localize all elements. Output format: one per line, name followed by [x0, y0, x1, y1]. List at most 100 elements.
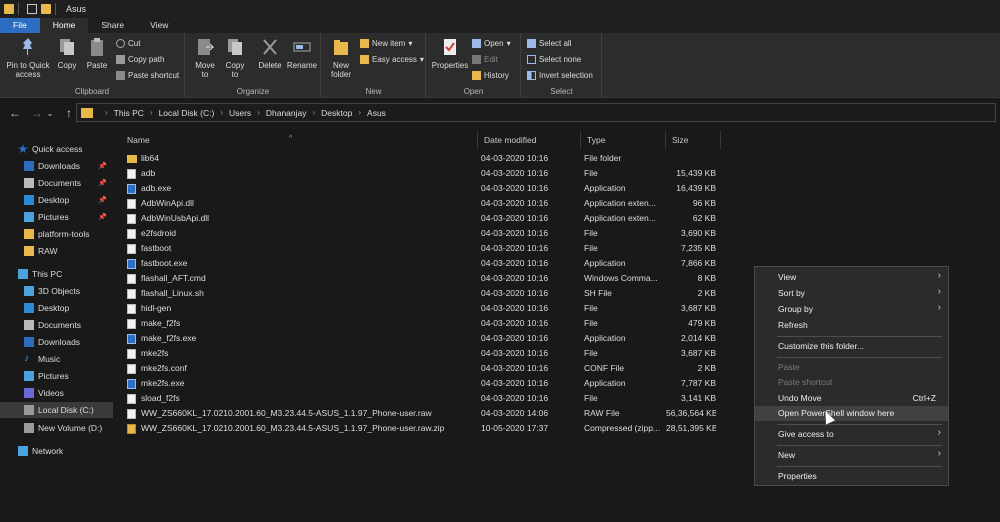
menu-item-customize-folder[interactable]: Customize this folder... [755, 339, 948, 354]
chevron-right-icon[interactable]: › [257, 108, 260, 117]
recent-chevron-icon[interactable]: ⌄ [46, 109, 54, 118]
chevron-right-icon[interactable]: › [220, 108, 223, 117]
table-row[interactable]: mke2fs 04-03-2020 10:16 File 3,687 KB [121, 346, 721, 361]
tab-file[interactable]: File [0, 18, 40, 33]
table-row[interactable]: lib64 04-03-2020 10:16 File folder [121, 151, 721, 166]
menu-item-group-by[interactable]: Group by › [755, 302, 948, 317]
up-arrow-icon[interactable]: ↑ [62, 106, 76, 120]
breadcrumb-asus[interactable]: Asus [367, 108, 386, 118]
select-none-button[interactable]: Select none [527, 55, 581, 64]
back-arrow-icon[interactable]: ← [8, 106, 22, 120]
table-row[interactable]: sload_f2fs 04-03-2020 10:16 File 3,141 KB [121, 391, 721, 406]
move-to-button[interactable]: Move to [192, 37, 218, 79]
file-icon [127, 409, 136, 419]
nav-quick-downloads[interactable]: Downloads 📌 [0, 158, 113, 174]
menu-item-paste-shortcut[interactable]: Paste shortcut [755, 375, 948, 390]
paste-shortcut-button[interactable]: Paste shortcut [116, 71, 179, 80]
table-row[interactable]: AdbWinUsbApi.dll 04-03-2020 10:16 Applicat… [121, 211, 721, 226]
table-row[interactable]: flashall_Linux.sh 04-03-2020 10:16 SH File… [121, 286, 721, 301]
nav-this-pc[interactable]: This PC [0, 266, 113, 282]
table-row[interactable]: adb 04-03-2020 10:16 File 15,439 KB [121, 166, 721, 181]
menu-item-paste[interactable]: Paste [755, 360, 948, 375]
breadcrumb-desktop[interactable]: Desktop [321, 108, 352, 118]
tab-view[interactable]: View [137, 18, 181, 33]
new-item-button[interactable]: New item ▾ [360, 39, 412, 48]
table-row[interactable]: flashall_AFT.cmd 04-03-2020 10:16 Windows … [121, 271, 721, 286]
chevron-right-icon[interactable]: › [105, 108, 108, 117]
invert-selection-icon [527, 71, 536, 80]
cut-button[interactable]: Cut [116, 39, 140, 48]
open-button[interactable]: Open ▾ [472, 39, 511, 48]
menu-item-new[interactable]: New › [755, 448, 948, 463]
breadcrumb-dhananjay[interactable]: Dhananjay [266, 108, 307, 118]
table-row[interactable]: mke2fs.conf 04-03-2020 10:16 CONF File 2 KB [121, 361, 721, 376]
nav-new-volume-d[interactable]: New Volume (D:) [0, 420, 113, 436]
properties-quick-icon[interactable] [27, 4, 37, 14]
breadcrumb[interactable]: › This PC › Local Disk (C:) › Users › Dh… [76, 103, 996, 122]
table-row[interactable]: fastboot 04-03-2020 10:16 File 7,235 KB [121, 241, 721, 256]
nav-quick-desktop[interactable]: Desktop 📌 [0, 192, 113, 208]
nav-quick-raw[interactable]: RAW [0, 243, 113, 259]
copy-path-button[interactable]: Copy path [116, 55, 164, 64]
table-row[interactable]: make_f2fs.exe 04-03-2020 10:16 Application… [121, 331, 721, 346]
menu-item-refresh[interactable]: Refresh [755, 318, 948, 333]
table-row[interactable]: hidl-gen 04-03-2020 10:16 File 3,687 KB [121, 301, 721, 316]
rename-button[interactable]: Rename [286, 37, 318, 70]
menu-item-sort-by[interactable]: Sort by › [755, 286, 948, 301]
select-all-button[interactable]: Select all [527, 39, 571, 48]
paste-button[interactable]: Paste [84, 37, 110, 70]
copy-to-button[interactable]: Copy to [222, 37, 248, 79]
delete-button[interactable]: Delete [256, 37, 284, 70]
chevron-right-icon[interactable]: › [358, 108, 361, 117]
table-row[interactable]: fastboot.exe 04-03-2020 10:16 Application 7… [121, 256, 721, 271]
nav-local-disk-c[interactable]: Local Disk (C:) [0, 402, 113, 418]
column-header-size[interactable]: Size [666, 131, 721, 149]
edit-button[interactable]: Edit [472, 55, 498, 64]
column-header-name[interactable]: ^ Name [121, 131, 478, 149]
table-row[interactable]: make_f2fs 04-03-2020 10:16 File 479 KB [121, 316, 721, 331]
menu-item-properties[interactable]: Properties [755, 469, 948, 484]
properties-button[interactable]: Properties [430, 37, 470, 70]
breadcrumb-this-pc[interactable]: This PC [114, 108, 144, 118]
nav-quick-access[interactable]: Quick access [0, 141, 113, 157]
new-folder-quick-icon[interactable] [41, 4, 51, 14]
chevron-right-icon[interactable]: › [313, 108, 316, 117]
nav-videos[interactable]: Videos [0, 385, 113, 401]
table-row[interactable]: e2fsdroid 04-03-2020 10:16 File 3,690 KB [121, 226, 721, 241]
tab-home[interactable]: Home [39, 18, 89, 33]
breadcrumb-users[interactable]: Users [229, 108, 251, 118]
new-folder-button[interactable]: New folder [326, 37, 356, 79]
breadcrumb-local-disk[interactable]: Local Disk (C:) [159, 108, 215, 118]
nav-quick-pictures[interactable]: Pictures 📌 [0, 209, 113, 225]
chevron-right-icon[interactable]: › [150, 108, 153, 117]
table-row[interactable]: WW_ZS660KL_17.0210.2001.60_M3.23.44.5-AS… [121, 406, 721, 421]
table-row[interactable]: mke2fs.exe 04-03-2020 10:16 Application 7,7… [121, 376, 721, 391]
file-date: 04-03-2020 10:16 [481, 393, 549, 403]
divider [18, 3, 19, 15]
nav-desktop[interactable]: Desktop [0, 300, 113, 316]
invert-selection-button[interactable]: Invert selection [527, 71, 593, 80]
nav-network[interactable]: Network [0, 443, 113, 459]
nav-quick-documents[interactable]: Documents 📌 [0, 175, 113, 191]
column-header-type[interactable]: Type [581, 131, 666, 149]
forward-arrow-icon[interactable]: → [30, 106, 44, 120]
nav-pictures[interactable]: Pictures [0, 368, 113, 384]
menu-item-open-powershell[interactable]: Open PowerShell window here [755, 406, 948, 421]
nav-quick-platform-tools[interactable]: platform-tools [0, 226, 113, 242]
easy-access-button[interactable]: Easy access ▾ [360, 55, 424, 64]
column-header-date[interactable]: Date modified [478, 131, 581, 149]
copy-button[interactable]: Copy [55, 37, 79, 70]
history-button[interactable]: History [472, 71, 509, 80]
menu-item-give-access[interactable]: Give access to › [755, 427, 948, 442]
table-row[interactable]: adb.exe 04-03-2020 10:16 Application 16,439… [121, 181, 721, 196]
nav-documents[interactable]: Documents [0, 317, 113, 333]
menu-item-view[interactable]: View › [755, 270, 948, 285]
nav-music[interactable]: ♪ Music [0, 351, 113, 367]
table-row[interactable]: WW_ZS660KL_17.0210.2001.60_M3.23.44.5-AS… [121, 421, 721, 436]
table-row[interactable]: AdbWinApi.dll 04-03-2020 10:16 Application… [121, 196, 721, 211]
menu-item-undo-move[interactable]: Undo Move Ctrl+Z [755, 391, 948, 406]
tab-share[interactable]: Share [88, 18, 137, 33]
pin-to-quick-access-button[interactable]: Pin to Quick access [3, 37, 53, 79]
nav-downloads[interactable]: Downloads [0, 334, 113, 350]
nav-3d-objects[interactable]: 3D Objects [0, 283, 113, 299]
